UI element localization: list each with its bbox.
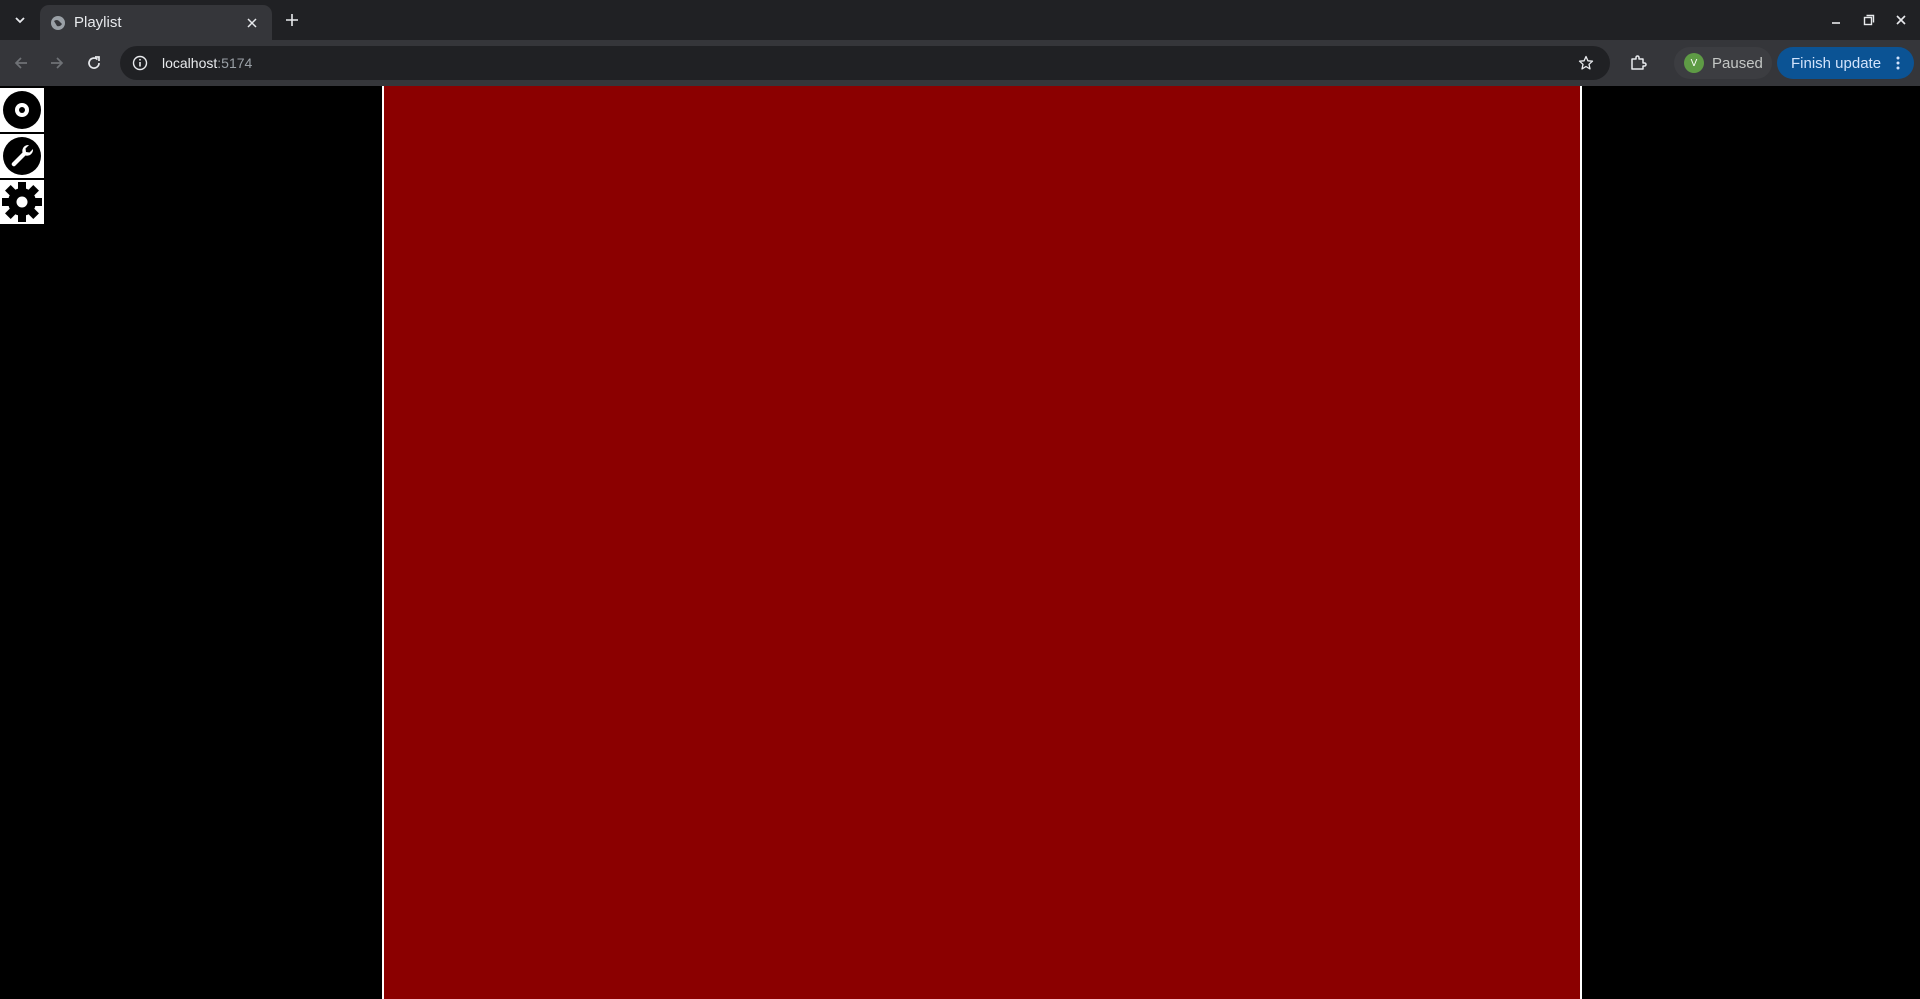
tab-title: Playlist <box>74 14 122 31</box>
avatar: V <box>1684 53 1704 73</box>
close-icon <box>1896 15 1906 25</box>
tab-strip: Playlist <box>0 0 1920 40</box>
minimize-button[interactable] <box>1824 8 1848 32</box>
sidebar <box>0 88 44 226</box>
browser-toolbar: localhost:5174 V Paused Finish update <box>0 40 1920 86</box>
finish-update-button[interactable]: Finish update <box>1777 47 1914 79</box>
sidebar-item-settings[interactable] <box>0 180 44 224</box>
close-icon <box>247 17 257 28</box>
playlist-canvas[interactable] <box>384 86 1580 999</box>
plus-icon <box>286 14 298 26</box>
restore-button[interactable] <box>1857 8 1881 32</box>
playlist-stage <box>382 86 1582 999</box>
tab-search-button[interactable] <box>8 8 32 32</box>
address-bar[interactable]: localhost:5174 <box>120 46 1610 80</box>
close-window-button[interactable] <box>1889 8 1913 32</box>
finish-update-label: Finish update <box>1791 54 1882 72</box>
profile-status: Paused <box>1712 54 1763 72</box>
back-button[interactable] <box>9 51 33 75</box>
page-content <box>0 86 1920 999</box>
arrow-right-icon <box>51 57 64 69</box>
chevron-down-icon <box>15 17 25 24</box>
more-vert-icon <box>1890 53 1906 73</box>
url-host: localhost <box>162 55 218 71</box>
forward-button[interactable] <box>45 51 69 75</box>
disc-icon <box>3 91 41 129</box>
gear-icon <box>2 182 42 222</box>
minimize-icon <box>1832 22 1840 24</box>
extensions-button[interactable] <box>1626 51 1650 75</box>
close-tab-button[interactable] <box>242 13 262 33</box>
url-text: localhost:5174 <box>162 55 252 71</box>
new-tab-button[interactable] <box>280 8 304 32</box>
sidebar-item-player[interactable] <box>0 88 44 132</box>
arrow-left-icon <box>14 57 27 69</box>
wrench-icon <box>3 137 41 175</box>
sidebar-item-tools[interactable] <box>0 134 44 178</box>
reload-button[interactable] <box>82 51 106 75</box>
site-info-icon[interactable] <box>130 53 150 73</box>
restore-icon <box>1863 14 1875 26</box>
tab-playlist[interactable]: Playlist <box>40 5 272 40</box>
profile-button[interactable]: V Paused <box>1674 47 1772 79</box>
puzzle-icon <box>1631 55 1647 70</box>
url-port: :5174 <box>217 55 253 71</box>
bookmark-star-icon[interactable] <box>1576 53 1596 73</box>
reload-icon <box>88 56 100 69</box>
globe-icon <box>50 15 66 31</box>
